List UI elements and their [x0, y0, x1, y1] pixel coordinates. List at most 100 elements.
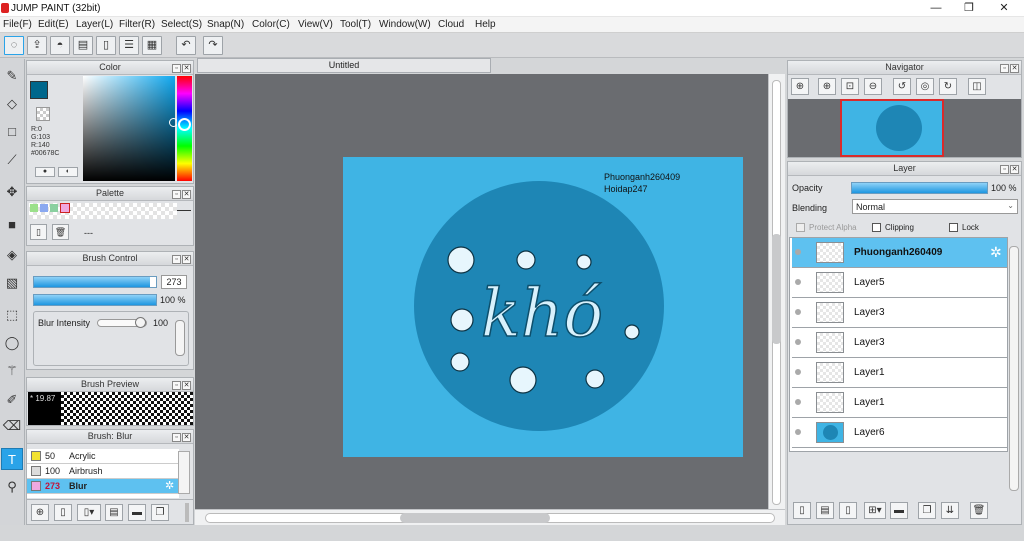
fill-shape-tool-icon[interactable]: ■: [1, 214, 23, 236]
menu-snap[interactable]: Snap(N): [207, 19, 244, 30]
saturation-value-picker[interactable]: [83, 76, 175, 181]
speech-bubble-icon[interactable]: ◓: [50, 36, 70, 55]
panel-controls[interactable]: ▫ ✕: [171, 432, 191, 442]
lasso-select-icon[interactable]: ◯: [1, 332, 23, 354]
blending-select[interactable]: Normal ⌄: [852, 199, 1018, 214]
menu-layer[interactable]: Layer(L): [76, 19, 113, 30]
trash-icon[interactable]: 🗑: [970, 502, 988, 519]
grid-icon[interactable]: ▦: [142, 36, 162, 55]
brush-copy-icon[interactable]: ▤: [105, 504, 123, 521]
zoom-out-icon[interactable]: ⊖: [864, 78, 882, 95]
blur-intensity-slider[interactable]: [97, 317, 147, 328]
brush-opacity-slider[interactable]: [33, 294, 157, 306]
undo-icon[interactable]: ↶: [176, 36, 196, 55]
brush-menu-icon[interactable]: ▯▾: [77, 504, 101, 521]
menu-window[interactable]: Window(W): [379, 19, 431, 30]
brush-list-item[interactable]: 50 Acrylic: [27, 449, 179, 464]
panel-controls[interactable]: ▫ ✕: [999, 63, 1019, 73]
select-eraser-icon[interactable]: ⌫: [1, 415, 23, 437]
gear-icon[interactable]: ✲: [990, 244, 1002, 261]
text-tool-icon[interactable]: T: [1, 448, 23, 470]
visibility-icon[interactable]: [795, 369, 801, 375]
brush-new-icon[interactable]: ▯: [54, 504, 72, 521]
transparent-swatch[interactable]: [36, 107, 50, 121]
rectangle-tool-icon[interactable]: □: [1, 121, 23, 143]
panel-controls[interactable]: ▫ ✕: [171, 63, 191, 73]
brush-list-item-selected[interactable]: 273 Blur ✲: [27, 479, 179, 494]
visibility-icon[interactable]: [795, 339, 801, 345]
menu-help[interactable]: Help: [475, 19, 496, 30]
folder-icon[interactable]: ▬: [890, 502, 908, 519]
horizontal-scroll-thumb[interactable]: [400, 513, 550, 523]
page-icon[interactable]: ▯: [96, 36, 116, 55]
move-tool-icon[interactable]: ✥: [1, 181, 23, 203]
zoom-tool-icon[interactable]: ⚲: [1, 476, 23, 498]
blur-intensity-knob[interactable]: [135, 317, 146, 328]
layer-row[interactable]: Phuonganh260409 ✲: [792, 238, 1007, 268]
vertical-scroll-thumb[interactable]: [772, 234, 781, 344]
visibility-icon[interactable]: [795, 429, 801, 435]
gear-icon[interactable]: ✲: [165, 479, 174, 493]
menu-tool[interactable]: Tool(T): [340, 19, 371, 30]
layer-row[interactable]: Layer3: [792, 298, 1007, 328]
menu-cloud[interactable]: Cloud: [438, 19, 464, 30]
new-layer-icon[interactable]: ▯: [793, 502, 811, 519]
palette-swatch-selected[interactable]: [60, 203, 70, 213]
new-text-layer-icon[interactable]: ▯: [839, 502, 857, 519]
close-button[interactable]: ✕: [990, 1, 1018, 15]
lasso-icon[interactable]: ◌: [4, 36, 24, 55]
bucket-tool-icon[interactable]: ◈: [1, 244, 23, 266]
line-tool-icon[interactable]: ⟋: [1, 149, 23, 171]
menu-filter[interactable]: Filter(R): [119, 19, 155, 30]
color-mode-button-1[interactable]: ●: [35, 167, 55, 177]
canvas-vertical-scrollbar[interactable]: [768, 74, 785, 509]
brush-list-scrollbar[interactable]: [178, 451, 190, 494]
export-icon[interactable]: ⇪: [27, 36, 47, 55]
maximize-button[interactable]: ❐: [955, 1, 983, 15]
layer-row[interactable]: Layer1: [792, 388, 1007, 418]
brush-size-input[interactable]: 273: [161, 275, 187, 289]
merge-layer-icon[interactable]: ⇊: [941, 502, 959, 519]
trash-icon[interactable]: 🗑: [52, 224, 69, 240]
menu-view[interactable]: View(V): [298, 19, 333, 30]
hue-cursor[interactable]: [178, 118, 191, 131]
blur-options-scrollbar[interactable]: [175, 320, 185, 356]
zoom-plus-icon[interactable]: ⊕: [818, 78, 836, 95]
panel-controls[interactable]: ▫ ✕: [999, 164, 1019, 174]
layer-row[interactable]: Layer3: [792, 328, 1007, 358]
palette-swatch[interactable]: [30, 204, 38, 212]
visibility-icon[interactable]: [795, 309, 801, 315]
select-pen-icon[interactable]: ✐: [1, 389, 23, 411]
foreground-color-swatch[interactable]: [30, 81, 48, 99]
lock-checkbox[interactable]: [949, 223, 958, 232]
brush-tool-icon[interactable]: ✎: [1, 65, 23, 87]
clipping-checkbox[interactable]: [872, 223, 881, 232]
palette-swatch[interactable]: [40, 204, 48, 212]
new-palette-icon[interactable]: ▯: [30, 224, 47, 240]
redo-icon[interactable]: ↷: [203, 36, 223, 55]
menu-select[interactable]: Select(S): [161, 19, 202, 30]
magic-wand-icon[interactable]: ⚚: [1, 360, 23, 382]
fit-view-icon[interactable]: ⊡: [841, 78, 859, 95]
comment-icon[interactable]: ▤: [73, 36, 93, 55]
visibility-icon[interactable]: [795, 399, 801, 405]
document-tab[interactable]: Untitled: [197, 58, 491, 73]
rotate-right-icon[interactable]: ↻: [939, 78, 957, 95]
navigator-preview[interactable]: [788, 99, 1021, 157]
gradient-tool-icon[interactable]: ▧: [1, 272, 23, 294]
panel-controls[interactable]: ▫ ✕: [171, 380, 191, 390]
select-rect-icon[interactable]: ⬚: [1, 304, 23, 326]
color-mode-button-2[interactable]: ◐: [58, 167, 78, 177]
canvas-area[interactable]: khó Phuonganh260409 Hoidap247: [195, 74, 768, 509]
reset-rotate-icon[interactable]: ◎: [916, 78, 934, 95]
minimize-button[interactable]: —: [922, 1, 950, 15]
flip-icon[interactable]: ◫: [968, 78, 986, 95]
layer-row[interactable]: Layer5: [792, 268, 1007, 298]
rotate-left-icon[interactable]: ↺: [893, 78, 911, 95]
brush-toolbar-grip[interactable]: [185, 503, 189, 522]
layer-row[interactable]: Layer6: [792, 418, 1007, 448]
protect-alpha-checkbox[interactable]: [796, 223, 805, 232]
brush-add-icon[interactable]: ⊕: [31, 504, 49, 521]
new-raster-layer-icon[interactable]: ▤: [816, 502, 834, 519]
layer-opacity-slider[interactable]: [851, 182, 988, 194]
